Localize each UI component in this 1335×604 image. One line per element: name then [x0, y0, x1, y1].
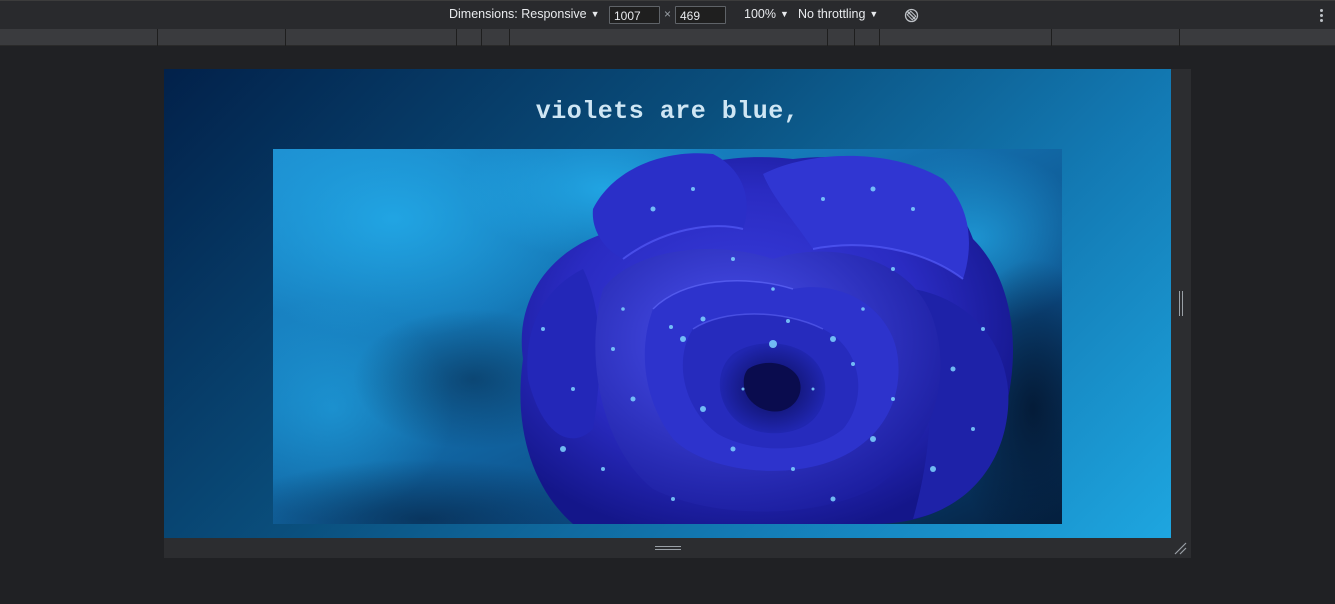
- dimensions-dropdown[interactable]: Dimensions: Responsive ▼: [449, 7, 599, 21]
- device-toolbar: Dimensions: Responsive ▼ 1007 × 469 100% ▼…: [0, 0, 1335, 29]
- zoom-label: 100%: [744, 7, 776, 21]
- zoom-dropdown[interactable]: 100% ▼: [744, 7, 789, 21]
- width-input[interactable]: 1007: [609, 6, 660, 24]
- throttling-dropdown[interactable]: No throttling ▼: [798, 7, 878, 21]
- ruler-tick: [1179, 29, 1180, 46]
- ruler-tick: [879, 29, 880, 46]
- height-input[interactable]: 469: [675, 6, 726, 24]
- ruler-tick: [1051, 29, 1052, 46]
- right-resize-handle[interactable]: [1171, 69, 1191, 538]
- rotate-icon[interactable]: [904, 8, 919, 23]
- caret-down-icon: ▼: [590, 9, 600, 19]
- resize-grip-icon: [1179, 291, 1183, 316]
- corner-resize-icon[interactable]: [1172, 540, 1188, 556]
- ruler-tick: [456, 29, 457, 46]
- page-heading: violets are blue,: [535, 97, 800, 126]
- ruler-tick: [481, 29, 482, 46]
- emulated-viewport: violets are blue,: [164, 69, 1171, 538]
- bottom-resize-handle[interactable]: [164, 538, 1191, 558]
- ruler-tick: [854, 29, 855, 46]
- caret-down-icon: ▼: [869, 9, 879, 19]
- resize-grip-icon: [655, 546, 681, 551]
- rose-image: [273, 149, 1062, 524]
- dimensions-label: Dimensions: Responsive: [449, 7, 587, 21]
- dimension-separator: ×: [664, 7, 672, 21]
- more-options-icon[interactable]: [1320, 9, 1324, 23]
- caret-down-icon: ▼: [779, 9, 789, 19]
- media-query-bar[interactable]: [0, 29, 1335, 46]
- throttling-label: No throttling: [798, 7, 866, 21]
- ruler-tick: [509, 29, 510, 46]
- ruler-tick: [285, 29, 286, 46]
- ruler-tick: [157, 29, 158, 46]
- ruler-tick: [827, 29, 828, 46]
